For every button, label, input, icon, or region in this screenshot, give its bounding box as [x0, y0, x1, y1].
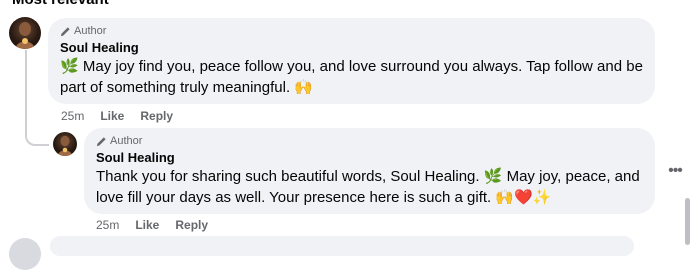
- author-badge-label: Author: [74, 25, 107, 37]
- comment-actions: 25m Like Reply: [61, 109, 173, 123]
- reply-timestamp[interactable]: 25m: [96, 218, 119, 232]
- comments-sort-heading[interactable]: Most relevant: [12, 0, 109, 8]
- avatar-image: [15, 22, 35, 49]
- reply-actions: 25m Like Reply: [96, 218, 208, 232]
- comment-text: 🌿 May joy find you, peace follow you, an…: [60, 56, 643, 98]
- comment-bubble: Author Soul Healing 🌿 May joy find you, …: [48, 18, 655, 104]
- reply-text: Thank you for sharing such beautiful wor…: [96, 166, 643, 208]
- comment-timestamp[interactable]: 25m: [61, 109, 84, 123]
- comment-body: May joy find you, peace follow you, and …: [60, 58, 643, 96]
- next-comment-avatar[interactable]: [9, 238, 41, 270]
- author-badge-label: Author: [110, 135, 143, 147]
- pencil-icon: [60, 26, 70, 36]
- reply-author-name[interactable]: Soul Healing: [96, 150, 643, 166]
- like-button[interactable]: Like: [100, 109, 124, 123]
- reply-button[interactable]: Reply: [140, 109, 173, 123]
- reply-bubble: Author Soul Healing Thank you for sharin…: [84, 128, 655, 214]
- avatar-image: [57, 135, 73, 156]
- raising-hands-emoji: 🙌: [294, 78, 313, 96]
- reply-button[interactable]: Reply: [175, 218, 208, 232]
- author-avatar[interactable]: [9, 17, 41, 49]
- comment-author-name[interactable]: Soul Healing: [60, 40, 643, 56]
- herb-emoji: 🌿: [483, 167, 503, 185]
- herb-emoji: 🌿: [60, 57, 79, 75]
- author-badge: Author: [96, 134, 643, 148]
- reply-thread-line: [25, 50, 49, 146]
- like-button[interactable]: Like: [135, 218, 159, 232]
- next-comment-bubble: [50, 236, 634, 256]
- ellipsis-icon[interactable]: •••: [664, 160, 686, 182]
- author-badge: Author: [60, 24, 643, 38]
- hands-heart-sparkles-emoji: 🙌❤️✨: [495, 188, 552, 206]
- pencil-icon: [96, 136, 106, 146]
- reply-body-part1: Thank you for sharing such beautiful wor…: [96, 168, 484, 185]
- scrollbar[interactable]: [685, 198, 690, 245]
- author-avatar[interactable]: [53, 132, 77, 156]
